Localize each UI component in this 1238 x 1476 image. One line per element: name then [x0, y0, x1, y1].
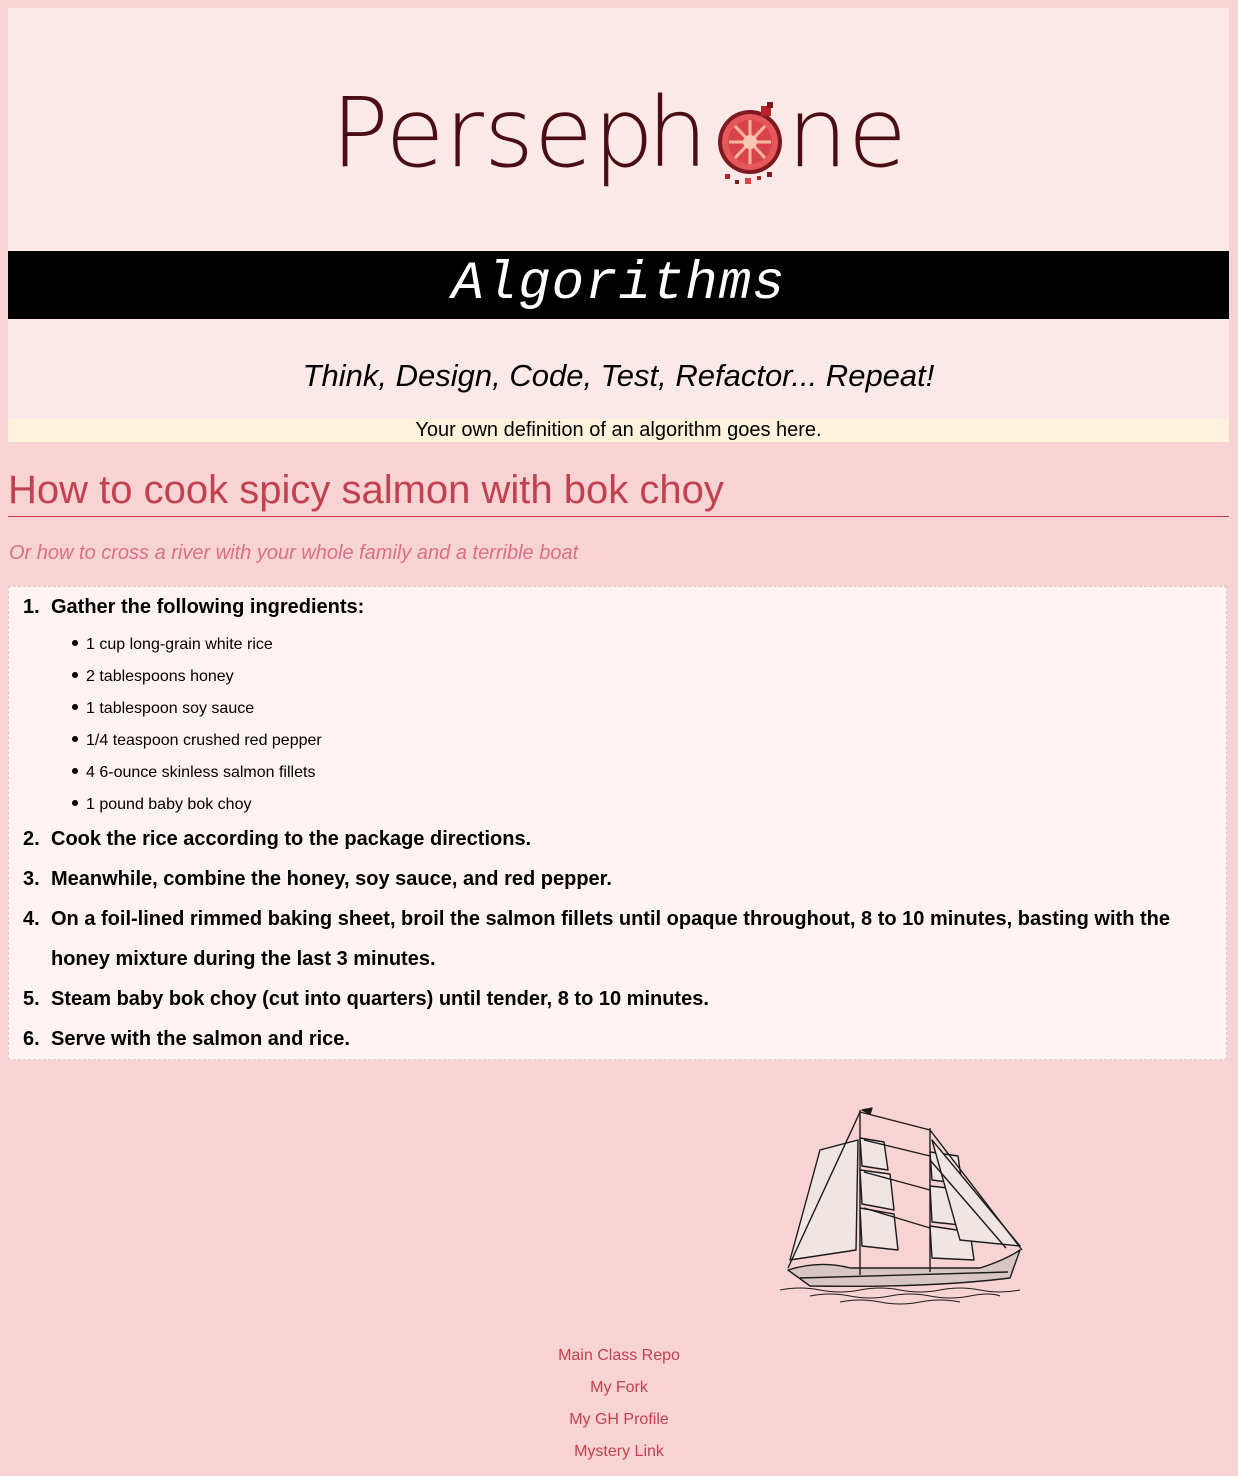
link-my-fork[interactable]: My Fork: [0, 1372, 1238, 1404]
bullet-icon: [72, 799, 78, 806]
step-number: 2.: [23, 828, 40, 850]
ingredient-text: 1 tablespoon soy sauce: [86, 700, 255, 717]
bullet-icon: [72, 735, 78, 742]
bullet-icon: [72, 671, 78, 678]
step-text: Gather the following ingredients:: [51, 596, 365, 618]
persephone-logo: Persep h ne: [8, 82, 1229, 202]
ingredient-text: 1 pound baby bok choy: [86, 796, 252, 813]
logo-text-left: Persep: [331, 82, 654, 189]
ingredient-text: 4 6-ounce skinless salmon fillets: [86, 764, 316, 781]
recipe-subtitle: Or how to cross a river with your whole …: [9, 542, 579, 564]
step-number: 3.: [23, 868, 40, 890]
recipe-step-6: 6. Serve with the salmon and rice.: [23, 1019, 1211, 1059]
sailing-ship-illustration: [780, 1107, 1023, 1305]
logo-svg: Persep h ne: [331, 82, 907, 189]
recipe-steps-box: 1. Gather the following ingredients: 1 cu…: [8, 586, 1227, 1060]
recipe-step-5: 5. Steam baby bok choy (cut into quarters…: [23, 979, 1211, 1019]
footer-links: Main Class Repo My Fork My GH Profile My…: [0, 1340, 1238, 1468]
ingredient-text: 1 cup long-grain white rice: [86, 636, 273, 653]
step-number: 1.: [23, 596, 40, 618]
tagline: Think, Design, Code, Test, Refactor... R…: [302, 358, 935, 393]
algorithm-definition: Your own definition of an algorithm goes…: [8, 419, 1229, 442]
step-number: 4.: [23, 908, 40, 930]
ingredient-text: 1/4 teaspoon crushed red pepper: [86, 732, 322, 749]
algorithms-banner: Algorithms: [8, 251, 1229, 319]
ingredient-item: 1 tablespoon soy sauce: [72, 693, 322, 725]
step-number: 6.: [23, 1028, 40, 1050]
ingredient-item: 2 tablespoons honey: [72, 661, 322, 693]
step-text: Steam baby bok choy (cut into quarters) …: [51, 988, 709, 1010]
step-text: Cook the rice according to the package d…: [51, 828, 532, 850]
step-text: On a foil-lined rimmed baking sheet, bro…: [51, 908, 1170, 970]
page: Persep h ne Algorithms Think, Design, Co…: [0, 0, 1238, 1476]
step-text: Meanwhile, combine the honey, soy sauce,…: [51, 868, 612, 890]
ingredient-item: 1 cup long-grain white rice: [72, 629, 322, 661]
step-number: 5.: [23, 988, 40, 1010]
ingredient-item: 1 pound baby bok choy: [72, 789, 322, 821]
pomegranate-icon: [717, 102, 782, 184]
ingredients-list: 1 cup long-grain white rice 2 tablespoon…: [72, 629, 322, 821]
logo-text-right: ne: [787, 82, 907, 189]
link-mystery[interactable]: Mystery Link: [0, 1436, 1238, 1468]
recipe-step-3: 3. Meanwhile, combine the honey, soy sauc…: [23, 859, 1211, 899]
ingredient-text: 2 tablespoons honey: [86, 668, 234, 685]
link-main-class-repo[interactable]: Main Class Repo: [0, 1340, 1238, 1372]
recipe-step-4: 4. On a foil-lined rimmed baking sheet, b…: [23, 899, 1211, 979]
bullet-icon: [72, 703, 78, 710]
recipe-step-2: 2. Cook the rice according to the package…: [23, 819, 1211, 859]
site-header: Persep h ne Algorithms Think, Design, Co…: [8, 8, 1229, 442]
step-text: Serve with the salmon and rice.: [51, 1028, 350, 1050]
recipe-step-1: 1. Gather the following ingredients:: [23, 587, 1211, 627]
link-my-gh-profile[interactable]: My GH Profile: [0, 1404, 1238, 1436]
bullet-icon: [72, 767, 78, 774]
recipe-title: How to cook spicy salmon with bok choy: [8, 466, 1229, 517]
ingredient-item: 4 6-ounce skinless salmon fillets: [72, 757, 322, 789]
logo-text-h: h: [647, 82, 708, 189]
bullet-icon: [72, 639, 78, 646]
ingredient-item: 1/4 teaspoon crushed red pepper: [72, 725, 322, 757]
